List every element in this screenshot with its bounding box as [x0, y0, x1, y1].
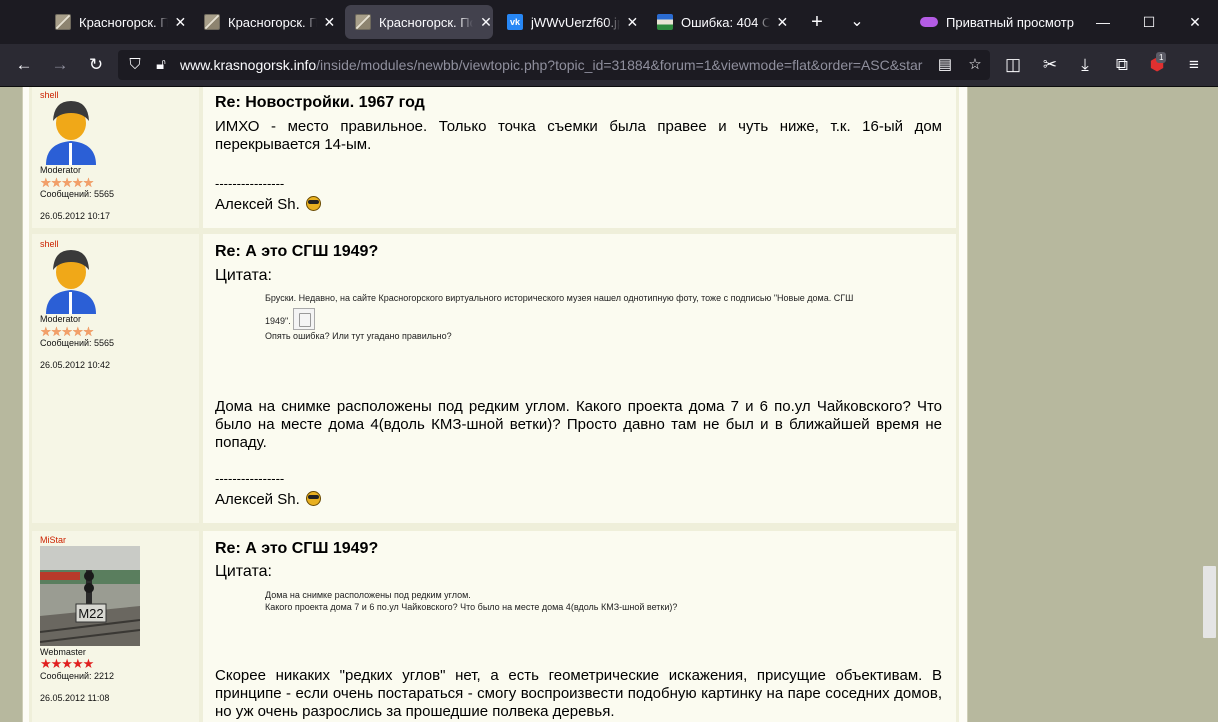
post-body-cell: Re: Новостройки. 1967 год ИМХО - место п…	[203, 87, 956, 228]
forward-arrow-icon[interactable]: →	[44, 49, 76, 81]
post-body-cell: Re: А это СГШ 1949? Цитата: Бруски. Неда…	[203, 234, 956, 523]
url-path: /inside/modules/newbb/viewtopic.php?topi…	[316, 57, 923, 73]
author-name-link[interactable]: MiStar	[40, 535, 66, 545]
tab-title: Ошибка: 404 Стр	[681, 14, 770, 30]
menu-hamburger-icon[interactable]: ≡	[1178, 49, 1210, 81]
maximize-icon[interactable]: ☐	[1126, 0, 1172, 44]
signature-separator: ----------------	[215, 176, 285, 191]
post-author-cell: MiStar M22 Webmaster ★★★★★ Сообщений: 22…	[32, 531, 199, 722]
krasnogorsk-icon	[204, 14, 220, 30]
extensions-icon[interactable]: ⧉	[1106, 49, 1138, 81]
broken-image-icon[interactable]	[292, 308, 315, 330]
quote-block: Дома на снимке расположены под редким уг…	[265, 589, 885, 613]
post-title: Re: А это СГШ 1949?	[215, 540, 379, 557]
user-rank: Moderator	[40, 165, 82, 175]
krasnogorsk-icon	[355, 14, 371, 30]
signature: Алексей Sh.	[215, 491, 300, 508]
forum-thread: shell Moderator ★★★★★ Сообщений: 5565 26…	[22, 87, 968, 722]
reload-icon[interactable]: ↻	[80, 49, 112, 81]
tab-title: jWWvUerzf60.jpg	[531, 14, 620, 30]
default-avatar-icon	[46, 101, 96, 165]
close-icon[interactable]: ✕	[479, 14, 493, 31]
close-icon[interactable]: ✕	[776, 14, 789, 31]
quote-text: Дома на снимке расположены под редким уг…	[265, 590, 471, 600]
private-browsing-indicator: Приватный просмотр	[920, 5, 1074, 39]
rank-stars: ★★★★★	[40, 324, 94, 339]
post-title: Re: А это СГШ 1949?	[215, 243, 379, 260]
url-bar[interactable]: ⛉ 🔓︎ www.krasnogorsk.info/inside/modules…	[118, 50, 990, 80]
post-author-cell: shell Moderator ★★★★★ Сообщений: 5565 26…	[32, 87, 199, 228]
railway-signal-avatar: M22	[40, 546, 140, 646]
quote-text: Опять ошибка? Или тут угадано правильно?	[265, 331, 452, 341]
post-count: Сообщений: 5565	[40, 189, 115, 199]
tab-title: Красногорск. По	[379, 14, 474, 30]
signature-separator: ----------------	[215, 471, 285, 486]
minimize-icon[interactable]: —	[1080, 0, 1126, 44]
url-text[interactable]: www.krasnogorsk.info/inside/modules/newb…	[180, 50, 940, 80]
close-icon[interactable]: ✕	[626, 14, 639, 31]
signature: Алексей Sh.	[215, 196, 300, 213]
rank-stars: ★★★★★	[40, 175, 94, 190]
private-browsing-label: Приватный просмотр	[946, 14, 1074, 30]
downloads-icon[interactable]: ⤓	[1069, 49, 1101, 81]
shield-icon[interactable]: ⛉	[124, 50, 146, 80]
private-mask-icon	[920, 17, 938, 27]
post-count: Сообщений: 5565	[40, 338, 115, 348]
quote-text: 1949".	[265, 316, 291, 326]
quote-label: Цитата:	[215, 563, 272, 580]
post-text: ИМХО - место правильное. Только точка съ…	[215, 118, 942, 153]
post-body-cell: Re: А это СГШ 1949? Цитата: Дома на сним…	[203, 531, 956, 722]
sidebar-toggle-icon[interactable]: ◫	[997, 49, 1029, 81]
post-count: Сообщений: 2212	[40, 671, 115, 681]
sunglasses-smiley-icon	[305, 196, 321, 211]
scrollbar-thumb[interactable]	[1203, 566, 1216, 638]
rank-stars: ★★★★★	[40, 656, 94, 671]
forum-table: shell Moderator ★★★★★ Сообщений: 5565 26…	[29, 87, 959, 722]
quote-label: Цитата:	[215, 267, 272, 284]
screenshot-icon[interactable]: ✂	[1034, 49, 1066, 81]
tab-5[interactable]: Ошибка: 404 Стр ✕	[647, 5, 789, 39]
tab-bar: Красногорск. По ✕ Красногорск. По ✕ Крас…	[0, 0, 1218, 44]
window-close-icon[interactable]: ✕	[1172, 0, 1218, 44]
tab-title: Красногорск. По	[79, 14, 168, 30]
sunglasses-smiley-icon	[305, 491, 321, 506]
chevron-down-icon[interactable]: ⌄	[840, 5, 874, 39]
post-title: Re: Новостройки. 1967 год	[215, 94, 425, 111]
tab-1[interactable]: Красногорск. По ✕	[45, 5, 187, 39]
close-icon[interactable]: ✕	[174, 14, 187, 31]
default-avatar-icon	[46, 250, 96, 314]
tab-4[interactable]: vk jWWvUerzf60.jpg ✕	[497, 5, 639, 39]
back-arrow-icon[interactable]: ←	[8, 49, 40, 81]
avatar-sign-text: M22	[78, 606, 103, 621]
insecure-lock-icon[interactable]: 🔓︎	[150, 50, 172, 80]
post-date: 26.05.2012 10:42	[40, 360, 111, 370]
close-icon[interactable]: ✕	[323, 14, 336, 31]
flag-icon	[657, 14, 673, 30]
quote-text: Какого проекта дома 7 и 6 по.ул Чайковск…	[265, 602, 678, 612]
vk-icon: vk	[507, 14, 523, 30]
quote-block: Бруски. Недавно, на сайте Красногорского…	[265, 292, 885, 342]
tab-3-active[interactable]: Красногорск. По ✕	[345, 5, 493, 39]
user-rank: Moderator	[40, 314, 82, 324]
extension-badge: 1	[1156, 52, 1167, 63]
post-text: Скорее никаких "редких углов" нет, а ест…	[215, 667, 942, 720]
tab-2[interactable]: Красногорск. По ✕	[194, 5, 336, 39]
krasnogorsk-icon	[55, 14, 71, 30]
reader-view-icon[interactable]: ▤	[934, 50, 956, 80]
url-host: www.krasnogorsk.info	[180, 57, 317, 73]
tab-title: Красногорск. По	[228, 14, 317, 30]
page-content: shell Moderator ★★★★★ Сообщений: 5565 26…	[0, 87, 1218, 722]
post-text: Дома на снимке расположены под редким уг…	[215, 398, 942, 451]
bookmark-star-icon[interactable]: ☆	[964, 50, 986, 80]
post-date: 26.05.2012 10:17	[40, 211, 111, 221]
quote-text: Бруски. Недавно, на сайте Красногорского…	[265, 293, 854, 303]
post-author-cell: shell Moderator ★★★★★ Сообщений: 5565 26…	[32, 234, 199, 523]
new-tab-plus-icon[interactable]: +	[800, 5, 834, 39]
post-date: 26.05.2012 11:08	[40, 693, 110, 703]
